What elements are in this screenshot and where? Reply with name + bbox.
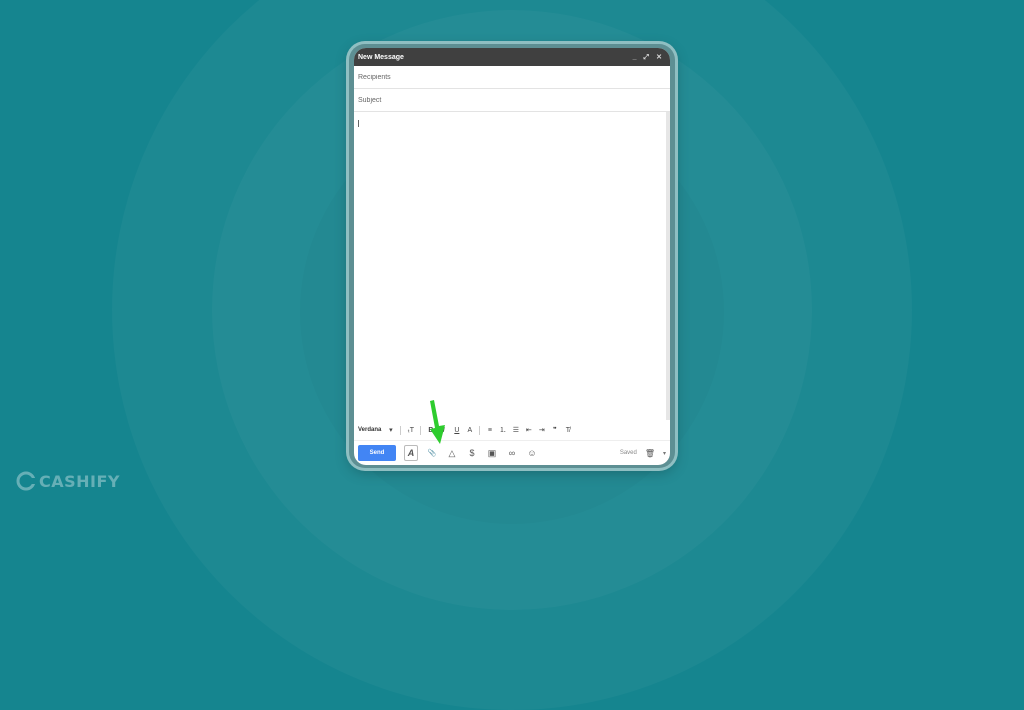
text-cursor — [358, 120, 359, 127]
send-button[interactable]: Send — [358, 445, 396, 461]
minimize-icon[interactable]: _ — [633, 54, 637, 61]
subject-row — [354, 89, 670, 112]
attach-file-icon[interactable]: 📎 — [426, 446, 438, 460]
divider — [400, 425, 402, 435]
emoji-icon[interactable]: ☺ — [526, 446, 538, 460]
chevron-down-icon[interactable]: ▾ — [387, 426, 394, 434]
brand-name: CASHIFY — [39, 471, 121, 491]
font-size-icon[interactable]: ₜT — [407, 426, 414, 434]
align-icon[interactable]: ≡ — [486, 427, 493, 434]
compose-title: New Message — [358, 53, 404, 61]
underline-icon[interactable]: U — [453, 427, 460, 434]
more-options-icon[interactable]: ▾ — [663, 450, 666, 457]
bulleted-list-icon[interactable]: ☰ — [512, 426, 519, 434]
window-controls: _ ⤢ ✕ — [633, 54, 662, 61]
compose-window: New Message _ ⤢ ✕ Verdana ▾ ₜT B I U A ≡… — [354, 48, 670, 465]
text-color-icon[interactable]: A — [466, 427, 473, 434]
cashify-logo-icon — [16, 471, 36, 491]
fullscreen-icon[interactable]: ⤢ — [644, 54, 650, 61]
message-body[interactable] — [354, 112, 670, 420]
divider — [420, 425, 422, 435]
insert-link-icon[interactable]: ∞ — [506, 446, 518, 460]
formatting-toolbar: Verdana ▾ ₜT B I U A ≡ ⒈ ☰ ⇤ ⇥ ❞ T̸ — [354, 420, 670, 440]
recipients-row — [354, 66, 670, 89]
save-status: Saved — [619, 450, 637, 456]
scrollbar[interactable] — [666, 112, 670, 420]
brand-logo: CASHIFY — [16, 470, 120, 492]
formatting-options-icon[interactable]: A — [404, 445, 418, 461]
numbered-list-icon[interactable]: ⒈ — [499, 425, 506, 435]
google-drive-icon[interactable]: △ — [446, 446, 458, 460]
compose-actions-bar: Send A 📎 △ $ ▣ ∞ ☺ Saved 🗑 ▾ — [354, 440, 670, 465]
indent-less-icon[interactable]: ⇤ — [525, 426, 532, 434]
send-money-icon[interactable]: $ — [466, 446, 478, 460]
indent-more-icon[interactable]: ⇥ — [538, 426, 545, 434]
quote-icon[interactable]: ❞ — [551, 426, 558, 434]
recipients-input[interactable] — [358, 73, 666, 81]
subject-input[interactable] — [358, 96, 666, 104]
trash-icon[interactable]: 🗑 — [645, 449, 655, 458]
divider — [479, 425, 481, 435]
insert-photo-icon[interactable]: ▣ — [486, 446, 498, 460]
compose-titlebar: New Message _ ⤢ ✕ — [354, 48, 670, 66]
clear-formatting-icon[interactable]: T̸ — [564, 427, 571, 434]
annotation-arrow-icon — [430, 400, 445, 444]
font-select[interactable]: Verdana — [358, 427, 381, 433]
close-icon[interactable]: ✕ — [656, 54, 662, 61]
